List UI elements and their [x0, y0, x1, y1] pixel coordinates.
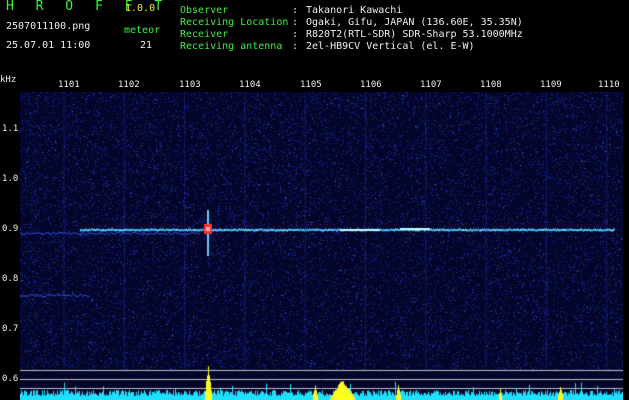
x-tick-label: 1102 — [118, 80, 140, 90]
x-tick-label: 1101 — [58, 80, 80, 90]
x-tick-label: 1109 — [540, 80, 562, 90]
info-key-antenna: Receiving antenna — [180, 41, 283, 52]
app-version: 1.0.0 — [125, 3, 156, 14]
y-tick-label: 0.7 — [2, 324, 19, 334]
x-tick-label: 1108 — [480, 80, 502, 90]
spectrogram-plot — [20, 92, 623, 400]
x-tick-label: 1104 — [239, 80, 261, 90]
info-sep-observer: : — [292, 5, 299, 16]
meteor-label: meteor — [124, 25, 161, 36]
info-value-location: Ogaki, Gifu, JAPAN (136.60E, 35.35N) — [306, 17, 523, 28]
file-name: 2507011100.png — [6, 21, 91, 32]
x-tick-label: 1103 — [179, 80, 201, 90]
meteor-count: 21 — [140, 40, 153, 51]
x-tick-label: 1106 — [360, 80, 382, 90]
y-tick-label: 0.9 — [2, 224, 19, 234]
y-axis-unit: kHz — [0, 75, 17, 85]
info-value-observer: Takanori Kawachi — [306, 5, 403, 16]
info-key-location: Receiving Location — [180, 17, 289, 28]
x-tick-label: 1107 — [420, 80, 442, 90]
date-time: 25.07.01 11:00 — [6, 40, 91, 51]
info-value-antenna: 2el-HB9CV Vertical (el. E-W) — [306, 41, 475, 52]
info-sep-antenna: : — [292, 41, 299, 52]
info-key-observer: Observer — [180, 5, 229, 16]
x-tick-label: 1110 — [598, 80, 620, 90]
y-tick-label: 0.6 — [2, 374, 19, 384]
info-sep-location: : — [292, 17, 299, 28]
info-value-receiver: R820T2(RTL-SDR) SDR-Sharp 53.1000MHz — [306, 29, 523, 40]
info-key-receiver: Receiver — [180, 29, 229, 40]
info-sep-receiver: : — [292, 29, 299, 40]
y-tick-label: 1.1 — [2, 124, 19, 134]
y-tick-label: 0.8 — [2, 274, 19, 284]
x-tick-label: 1105 — [300, 80, 322, 90]
y-tick-label: 1.0 — [2, 174, 19, 184]
